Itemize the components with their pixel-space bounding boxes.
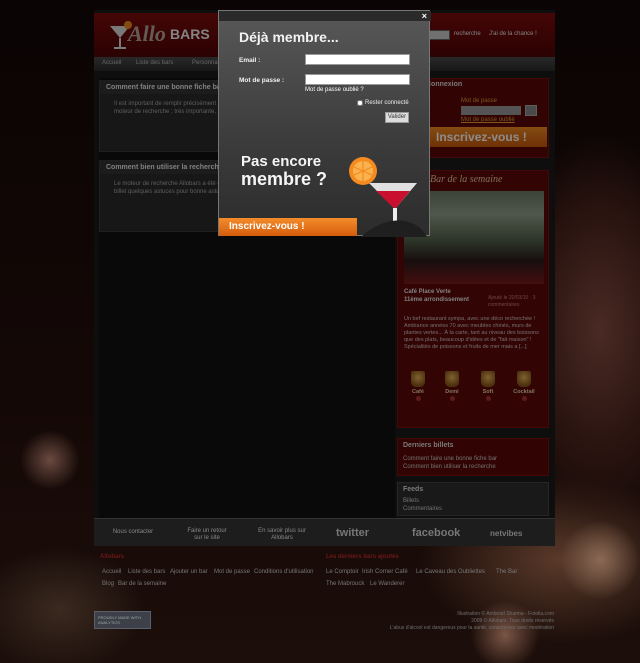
- footer-link[interactable]: The Mabrouck: [326, 581, 364, 587]
- footer-link[interactable]: Conditions d'utilisation: [254, 569, 314, 575]
- twitter-icon[interactable]: twitter: [336, 527, 369, 539]
- contact-link[interactable]: Nous contacter: [108, 529, 158, 536]
- cocktail-icon: [349, 157, 427, 237]
- footer-link[interactable]: Le Wanderer: [370, 581, 404, 587]
- footer-link[interactable]: Irish Corner Café: [362, 569, 408, 575]
- footer-link[interactable]: Blog: [102, 581, 114, 587]
- footer-link[interactable]: Bar de la semaine: [118, 581, 166, 587]
- footer-link[interactable]: The Bar: [496, 569, 517, 575]
- join-heading-line2: membre ?: [241, 169, 328, 189]
- login-modal: × Déjà membre... Email : Mot de passe : …: [218, 10, 431, 237]
- signup-button[interactable]: Inscrivez-vous !: [219, 218, 357, 236]
- modal-title: Déjà membre...: [239, 29, 339, 45]
- remember-label: Rester connecté: [365, 100, 409, 106]
- footer-link[interactable]: Ajouter un bar: [170, 569, 208, 575]
- credits: Illustration © Ambroid Sharma - Fotolia.…: [330, 611, 554, 632]
- join-heading-line1: Pas encore: [241, 153, 322, 170]
- remember-me[interactable]: Rester connecté: [357, 100, 409, 106]
- password-field[interactable]: [305, 74, 410, 85]
- analytics-badge[interactable]: PROUDLY MADE WITH ANALYTICS: [94, 611, 151, 629]
- feedback-link[interactable]: Faire un retour sur le site: [184, 528, 230, 542]
- password-label: Mot de passe :: [239, 77, 285, 84]
- facebook-icon[interactable]: facebook: [412, 527, 460, 539]
- footer-link[interactable]: Liste des bars: [128, 569, 165, 575]
- footer-link[interactable]: Le Comptoir: [326, 569, 359, 575]
- footer-link[interactable]: Accueil: [102, 569, 121, 575]
- footer-heading: Les derniers bars ajoutés: [326, 554, 399, 560]
- email-field[interactable]: [305, 54, 410, 65]
- modal-titlebar: ×: [219, 11, 431, 21]
- validate-button[interactable]: Valider: [385, 112, 409, 123]
- netvibes-icon[interactable]: netvibes: [490, 529, 522, 538]
- forgot-password-link[interactable]: Mot de passe oublié ?: [305, 87, 364, 93]
- credit-line: 2009 © Allobars. Tous droits réservés: [471, 618, 554, 624]
- close-icon[interactable]: ×: [422, 11, 427, 21]
- footer-link[interactable]: Le Caveau des Oubliettes: [416, 569, 485, 575]
- remember-checkbox[interactable]: [357, 100, 363, 106]
- footer-heading: Allobars: [100, 554, 125, 560]
- footer-links: Allobars Accueil Liste des bars Ajouter …: [94, 552, 555, 592]
- email-label: Email :: [239, 57, 261, 64]
- footer-link[interactable]: Mot de passe: [214, 569, 250, 575]
- about-link[interactable]: En savoir plus sur Allobars: [254, 528, 310, 542]
- credit-line: Illustration © Ambroid Sharma - Fotolia.…: [457, 611, 554, 617]
- footer-top: Nous contacter Faire un retour sur le si…: [94, 518, 555, 546]
- credit-line: L'abus d'alcool est dangereux pour la sa…: [389, 625, 554, 631]
